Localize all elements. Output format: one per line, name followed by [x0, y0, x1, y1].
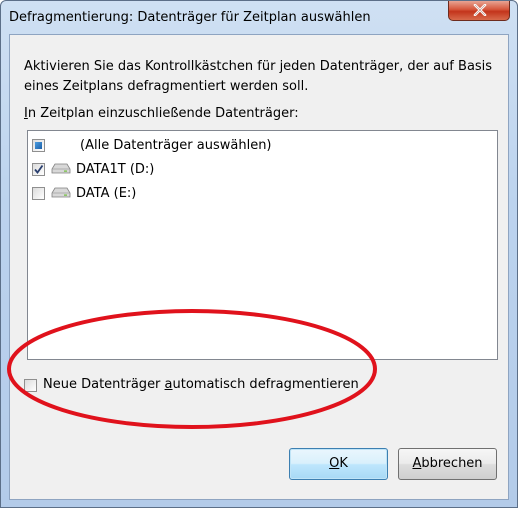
ok-button[interactable]: OK [289, 448, 388, 480]
instruction-text: Aktivieren Sie das Kontrollkästchen für … [24, 57, 494, 97]
data1t-checkbox[interactable] [32, 163, 45, 176]
window-title: Defragmentierung: Datenträger für Zeitpl… [9, 10, 371, 25]
cancel-button-label: bbrechen [421, 456, 483, 471]
drive-icon [51, 187, 71, 198]
select-all-label: (Alle Datenträger auswählen) [80, 138, 272, 153]
drive-icon [51, 163, 71, 174]
data-label: DATA (E:) [76, 186, 137, 201]
disk-list-label-text: n Zeitplan einzuschließende Datenträger: [27, 106, 299, 121]
list-item-data[interactable]: DATA (E:) [32, 185, 472, 205]
disk-list-label: In Zeitplan einzuschließende Datenträger… [24, 106, 299, 121]
select-all-checkbox[interactable] [32, 139, 45, 152]
mnemonic-o: O [329, 456, 340, 471]
cancel-button[interactable]: Abbrechen [398, 448, 497, 480]
checkmark-icon [34, 164, 44, 174]
data-checkbox[interactable] [32, 187, 45, 200]
instruction-line-2: eines Zeitplans defragmentiert werden so… [24, 79, 309, 94]
instruction-line-1: Aktivieren Sie das Kontrollkästchen für … [24, 59, 493, 74]
title-bar[interactable]: Defragmentierung: Datenträger für Zeitpl… [1, 1, 517, 33]
close-button[interactable] [448, 1, 510, 21]
ok-button-label: K [339, 456, 348, 471]
list-item-select-all[interactable]: (Alle Datenträger auswählen) [32, 137, 472, 157]
close-icon [473, 4, 487, 16]
data1t-label: DATA1T (D:) [76, 162, 155, 177]
annotation-ellipse [7, 309, 377, 429]
list-item-data1t[interactable]: DATA1T (D:) [32, 161, 472, 181]
